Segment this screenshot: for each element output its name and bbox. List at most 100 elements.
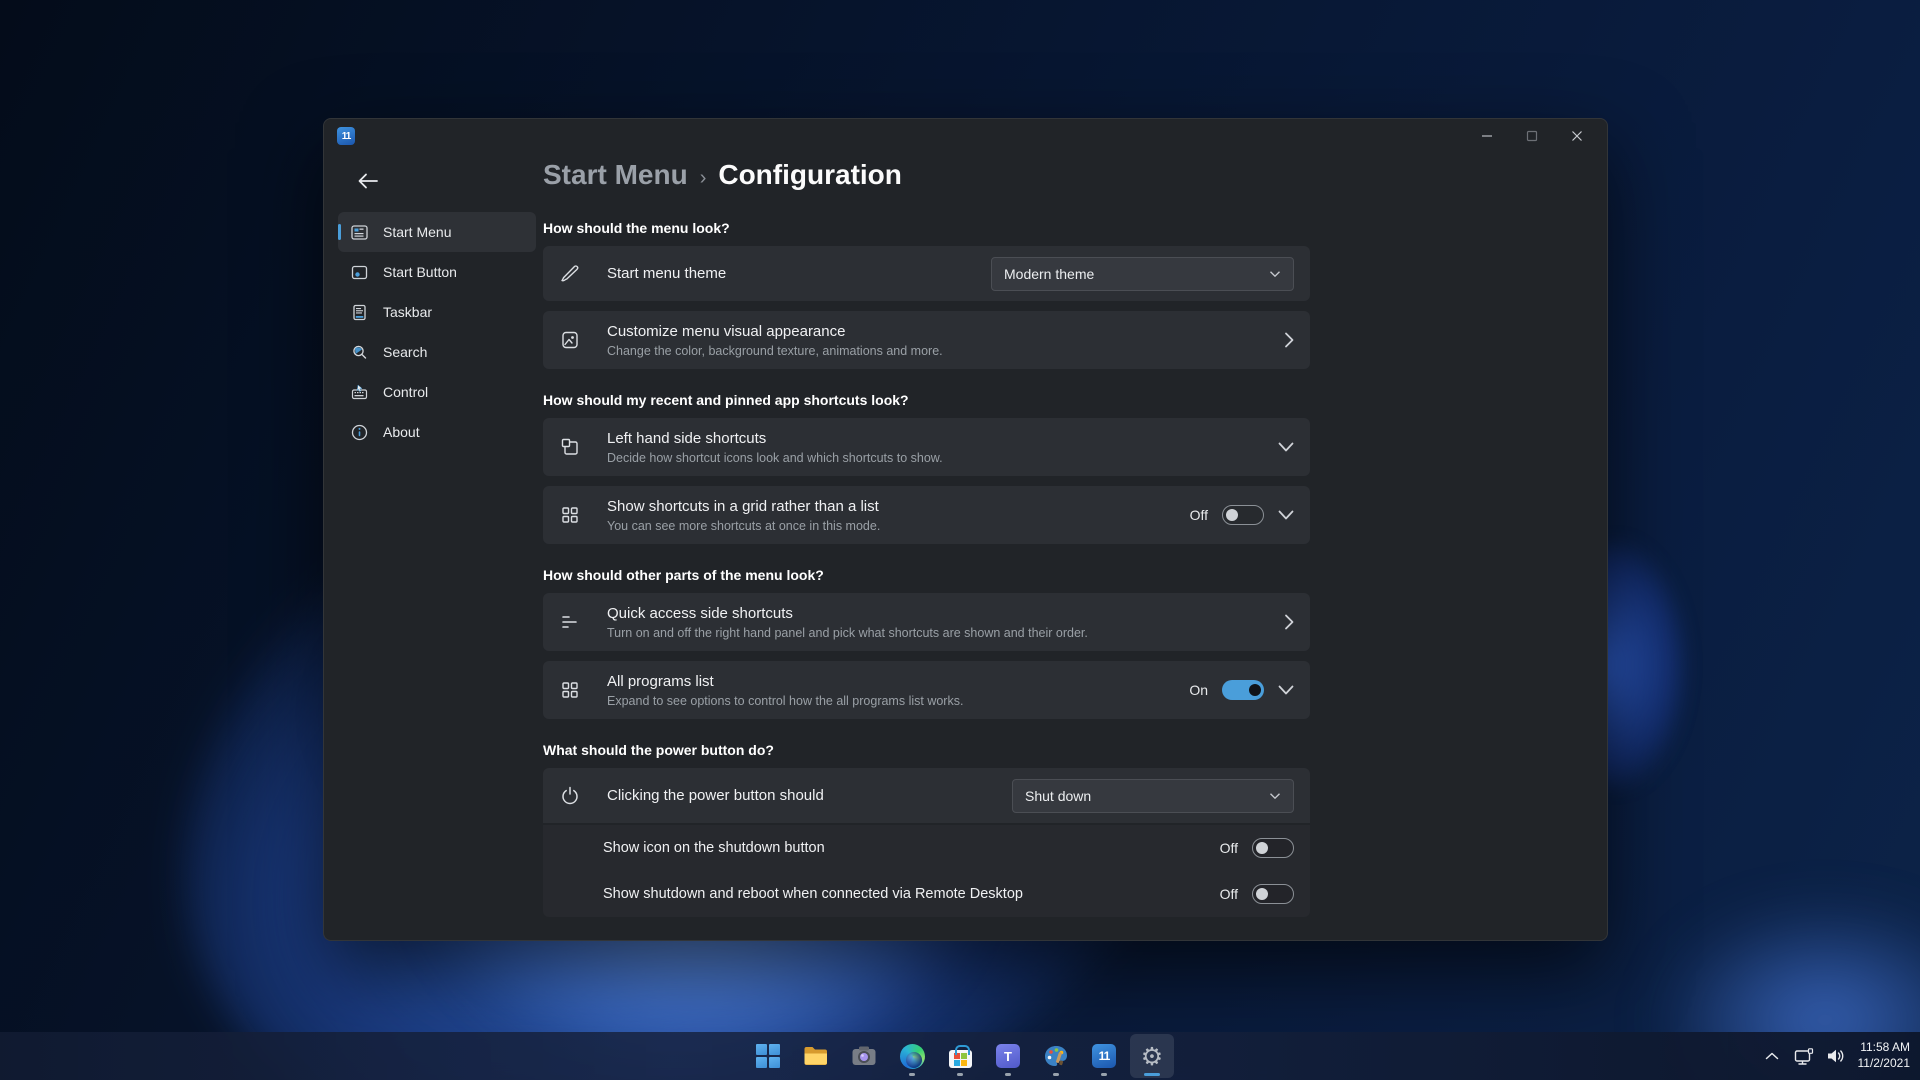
- setting-title: Show shutdown and reboot when connected …: [603, 886, 1023, 902]
- clock-date: 11/2/2021: [1857, 1056, 1911, 1070]
- breadcrumb-parent[interactable]: Start Menu: [543, 159, 688, 191]
- camera-icon: [851, 1045, 877, 1067]
- taskbar-teams-button[interactable]: T: [986, 1034, 1030, 1078]
- hidden-icons-chevron-up-icon[interactable]: [1762, 1046, 1782, 1066]
- start-menu-theme-dropdown[interactable]: Modern theme: [991, 256, 1294, 291]
- section-header: What should the power button do?: [543, 742, 774, 758]
- taskbar-start11-button[interactable]: 11: [1082, 1034, 1126, 1078]
- sidebar: Start Menu Start Button Taskbar Search C…: [338, 212, 536, 452]
- chevron-down-icon: [1269, 270, 1281, 278]
- remote-desktop-toggle[interactable]: [1252, 884, 1294, 904]
- clock-time: 11:58 AM: [1860, 1040, 1910, 1055]
- setting-title: Customize menu visual appearance: [607, 322, 846, 340]
- shutdown-icon-toggle[interactable]: [1252, 838, 1294, 858]
- edge-icon: [899, 1043, 925, 1069]
- start11-window: 11 Start Menu Start Button Taskbar Searc…: [323, 118, 1608, 941]
- taskbar-icon: [350, 303, 369, 322]
- back-button[interactable]: [354, 167, 382, 195]
- sidebar-item-label: Control: [383, 384, 429, 400]
- taskbar-settings-button[interactable]: ⚙: [1130, 1034, 1174, 1078]
- dropdown-value: Modern theme: [1004, 265, 1095, 282]
- setting-subtitle: Expand to see options to control how the…: [607, 693, 964, 708]
- chevron-down-icon: [1269, 792, 1281, 800]
- sidebar-item-taskbar[interactable]: Taskbar: [338, 292, 536, 332]
- layout-icon: [559, 436, 581, 458]
- setting-row-grid-shortcuts[interactable]: Show shortcuts in a grid rather than a l…: [543, 486, 1310, 544]
- sidebar-item-about[interactable]: About: [338, 412, 536, 452]
- setting-row-all-programs[interactable]: All programs list Expand to see options …: [543, 661, 1310, 719]
- grid-shortcuts-toggle[interactable]: [1222, 505, 1264, 525]
- sidebar-item-label: Start Menu: [383, 224, 452, 240]
- setting-subtitle: Turn on and off the right hand panel and…: [607, 625, 1088, 640]
- sidebar-item-label: About: [383, 424, 420, 440]
- dropdown-value: Shut down: [1025, 787, 1092, 804]
- taskbar-paint-button[interactable]: [1034, 1034, 1078, 1078]
- taskbar-clock[interactable]: 11:58 AM 11/2/2021: [1858, 1040, 1911, 1071]
- setting-title: All programs list: [607, 672, 714, 690]
- file-explorer-icon: [803, 1045, 829, 1067]
- image-icon: [559, 329, 581, 351]
- sidebar-item-search[interactable]: Search: [338, 332, 536, 372]
- start-button-icon: [350, 263, 369, 282]
- setting-subrow-shutdown-icon: Show icon on the shutdown button Off: [543, 825, 1310, 871]
- list-lines-icon: [559, 611, 581, 633]
- sidebar-item-start-button[interactable]: Start Button: [338, 252, 536, 292]
- paintbrush-icon: [559, 263, 581, 285]
- volume-icon[interactable]: [1826, 1046, 1846, 1066]
- network-icon[interactable]: [1794, 1046, 1814, 1066]
- start11-app-icon: 11: [337, 127, 355, 145]
- setting-row-customize-appearance[interactable]: Customize menu visual appearance Change …: [543, 311, 1310, 369]
- breadcrumb-separator-icon: ›: [699, 167, 707, 189]
- taskbar-edge-button[interactable]: [890, 1034, 934, 1078]
- sidebar-item-control[interactable]: Control: [338, 372, 536, 412]
- start-menu-icon: [350, 223, 369, 242]
- power-icon: [559, 785, 581, 807]
- setting-title: Quick access side shortcuts: [607, 604, 793, 622]
- toggle-state-label: Off: [1219, 840, 1238, 856]
- about-icon: [350, 423, 369, 442]
- toggle-state-label: Off: [1189, 507, 1208, 523]
- setting-subtitle: Change the color, background texture, an…: [607, 343, 943, 358]
- running-indicator: [957, 1073, 963, 1076]
- setting-title: Start menu theme: [607, 265, 727, 282]
- taskbar-store-button[interactable]: [938, 1034, 982, 1078]
- close-button[interactable]: [1554, 121, 1599, 151]
- chevron-right-icon: [1284, 332, 1294, 348]
- running-indicator: [1101, 1073, 1107, 1076]
- main-content: Start Menu › Configuration How should th…: [543, 159, 1310, 917]
- taskbar-file-explorer-button[interactable]: [794, 1034, 838, 1078]
- taskbar-start-button[interactable]: [746, 1034, 790, 1078]
- sidebar-item-label: Taskbar: [383, 304, 433, 320]
- section-header: How should the menu look?: [543, 220, 730, 236]
- microsoft-store-icon: [948, 1045, 972, 1068]
- start11-icon: 11: [1092, 1044, 1116, 1068]
- sidebar-item-label: Search: [383, 344, 428, 360]
- taskbar-camera-button[interactable]: [842, 1034, 886, 1078]
- power-action-dropdown[interactable]: Shut down: [1012, 778, 1294, 813]
- active-window-indicator: [1144, 1073, 1160, 1076]
- setting-row-power-button: Clicking the power button should Shut do…: [543, 768, 1310, 823]
- setting-subtitle: You can see more shortcuts at once in th…: [607, 518, 881, 533]
- running-indicator: [1005, 1073, 1011, 1076]
- setting-title: Show icon on the shutdown button: [603, 840, 825, 856]
- sidebar-item-label: Start Button: [383, 264, 457, 280]
- all-programs-toggle[interactable]: [1222, 680, 1264, 700]
- section-header: How should my recent and pinned app shor…: [543, 392, 909, 408]
- settings-gear-icon: ⚙: [1140, 1041, 1164, 1071]
- minimize-button[interactable]: [1464, 121, 1509, 151]
- setting-title: Clicking the power button should: [607, 787, 824, 804]
- sidebar-item-start-menu[interactable]: Start Menu: [338, 212, 536, 252]
- taskbar: T 11 ⚙ 11:58 AM 11/2/2021: [0, 1032, 1920, 1080]
- setting-subtitle: Decide how shortcut icons look and which…: [607, 450, 943, 465]
- control-icon: [350, 383, 369, 402]
- maximize-button[interactable]: [1509, 121, 1554, 151]
- teams-icon: T: [996, 1044, 1020, 1068]
- system-tray: 11:58 AM 11/2/2021: [1762, 1032, 1911, 1080]
- windows-start-icon: [756, 1044, 780, 1068]
- titlebar: 11: [324, 119, 1607, 153]
- setting-row-left-hand-shortcuts[interactable]: Left hand side shortcuts Decide how shor…: [543, 418, 1310, 476]
- setting-row-quick-access[interactable]: Quick access side shortcuts Turn on and …: [543, 593, 1310, 651]
- setting-title: Show shortcuts in a grid rather than a l…: [607, 497, 879, 515]
- toggle-state-label: On: [1189, 682, 1208, 698]
- chevron-right-icon: [1284, 614, 1294, 630]
